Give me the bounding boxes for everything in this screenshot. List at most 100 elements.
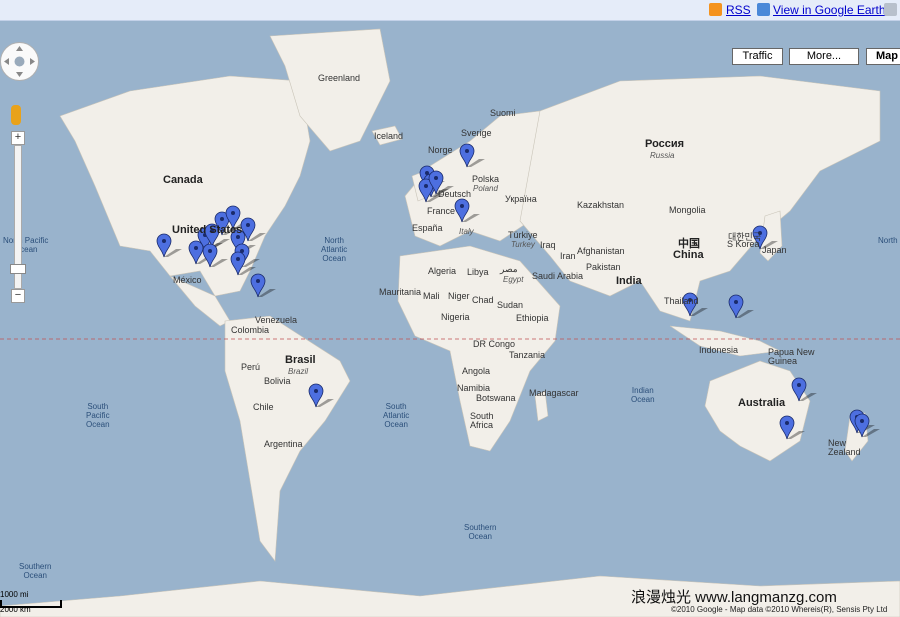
label-s-korea: S Korea <box>727 239 760 249</box>
label-madagascar: Madagascar <box>529 388 579 398</box>
map-marker-dot <box>256 279 260 283</box>
label-papua-new-guinea: Papua New Guinea <box>768 347 815 366</box>
label-north-pacific-ocean: North Pacific Ocean <box>3 236 49 254</box>
map-marker-dot <box>434 176 438 180</box>
label-ethiopia: Ethiopia <box>516 313 549 323</box>
label-suomi: Suomi <box>490 108 516 118</box>
label-thailand: Thailand <box>664 296 699 306</box>
street-view-pegman-icon[interactable] <box>11 105 21 125</box>
label-france: France <box>427 206 456 216</box>
map-marker-dot <box>162 239 166 243</box>
map-marker-dot <box>785 421 789 425</box>
label-bolivia: Bolivia <box>264 376 291 386</box>
map-copyright: ©2010 Google - Map data ©2010 Whereis(R)… <box>671 605 888 614</box>
label-sweden: Sverige <box>461 128 492 138</box>
watermark-text: 浪漫烛光 www.langmanzg.com <box>631 589 837 606</box>
map-marker-dot <box>208 249 212 253</box>
label-poland: Poland <box>473 184 498 193</box>
view-in-google-earth-link[interactable]: View in Google Earth <box>773 3 886 17</box>
label-brazil: Brazil <box>288 367 309 376</box>
label-norway: Norge <box>428 145 453 155</box>
label-turkey: Turkey <box>511 240 535 249</box>
label-colombia: Colombia <box>231 325 270 335</box>
label-kazakhstan: Kazakhstan <box>577 200 625 210</box>
zoom-in-button[interactable]: + <box>11 131 25 145</box>
world-map[interactable]: Greenland Iceland Canada United States M… <box>0 21 900 617</box>
label-chad: Chad <box>472 295 494 305</box>
map-marker-dot <box>424 184 428 188</box>
label-venezuela: Venezuela <box>255 315 298 325</box>
label-egypt: Egypt <box>503 275 524 284</box>
map-marker-icon[interactable] <box>728 294 744 319</box>
label-mali: Mali <box>423 291 440 301</box>
map-marker-dot <box>246 223 250 227</box>
label-argentina: Argentina <box>264 439 303 449</box>
label-mongolia: Mongolia <box>669 205 706 215</box>
label-new-zealand: New Zealand <box>828 438 861 457</box>
more-button[interactable]: More... <box>789 48 859 65</box>
rss-link[interactable]: RSS <box>726 3 751 17</box>
pan-arrows-icon <box>4 46 35 77</box>
label-north-pacific-right: North <box>878 236 898 245</box>
map-marker-dot <box>460 204 464 208</box>
label-deutsch: Deutsch <box>438 189 472 199</box>
label-mauritania: Mauritania <box>379 287 422 297</box>
map-header-bar: RSS View in Google Earth <box>0 0 900 21</box>
label-ukraine: Україна <box>505 194 537 204</box>
label-dr-congo: DR Congo <box>473 339 516 349</box>
zoom-out-button[interactable]: − <box>11 289 25 303</box>
label-saudi-arabia: Saudi Arabia <box>532 271 584 281</box>
map-type-button[interactable]: Map <box>866 48 900 65</box>
google-earth-icon[interactable] <box>757 3 770 16</box>
label-china: China <box>673 249 704 261</box>
label-south-pacific-ocean: South Pacific Ocean <box>86 402 110 429</box>
map-marker-dot <box>797 383 801 387</box>
scale-miles: 1000 mi <box>0 590 29 599</box>
map-marker-dot <box>314 389 318 393</box>
label-espana: España <box>412 223 443 233</box>
label-southern-ocean-left: Southern Ocean <box>19 562 52 580</box>
label-greenland: Greenland <box>318 73 361 83</box>
print-icon[interactable] <box>884 3 897 16</box>
label-angola: Angola <box>462 366 491 376</box>
label-niger: Niger <box>448 291 470 301</box>
label-sudan: Sudan <box>497 300 524 310</box>
label-indian-ocean: Indian Ocean <box>631 386 655 404</box>
pan-control[interactable] <box>0 42 39 81</box>
map-marker-icon[interactable] <box>250 273 266 298</box>
map-marker-dot <box>860 419 864 423</box>
label-russia: Russia <box>650 151 675 160</box>
scale-km: 2000 km <box>0 605 31 614</box>
rss-icon[interactable] <box>709 3 722 16</box>
map-marker-dot <box>734 300 738 304</box>
map-marker-dot <box>194 246 198 250</box>
label-libya: Libya <box>467 267 489 277</box>
label-italy: Italy <box>459 227 474 236</box>
label-polska: Polska <box>472 174 500 184</box>
map-marker-dot <box>231 211 235 215</box>
label-iraq: Iraq <box>540 240 556 250</box>
map-marker-dot <box>220 217 224 221</box>
label-egypt-local: مصر <box>500 264 518 274</box>
label-botswana: Botswana <box>476 393 516 403</box>
zoom-slider-handle[interactable] <box>10 264 26 274</box>
traffic-button[interactable]: Traffic <box>732 48 783 65</box>
label-australia: Australia <box>738 397 786 409</box>
label-brasil: Brasil <box>285 354 316 366</box>
label-algeria: Algeria <box>428 266 457 276</box>
label-india: India <box>616 275 642 287</box>
label-russia-local: Россия <box>645 138 685 150</box>
north-america-landmass <box>59 75 311 297</box>
label-tanzania: Tanzania <box>509 350 546 360</box>
label-mexico: México <box>173 275 202 285</box>
label-indonesia: Indonesia <box>699 345 739 355</box>
label-southern-ocean-center: Southern Ocean <box>464 523 497 541</box>
asia-landmass <box>519 75 881 322</box>
label-namibia: Namibia <box>457 383 491 393</box>
label-north-atlantic-ocean: North Atlantic Ocean <box>321 236 348 263</box>
label-iran: Iran <box>560 251 576 261</box>
label-iceland: Iceland <box>374 131 404 141</box>
label-japan: Japan <box>762 245 787 255</box>
australia-landmass <box>704 360 811 462</box>
label-turkiye: Türkiye <box>508 230 538 240</box>
